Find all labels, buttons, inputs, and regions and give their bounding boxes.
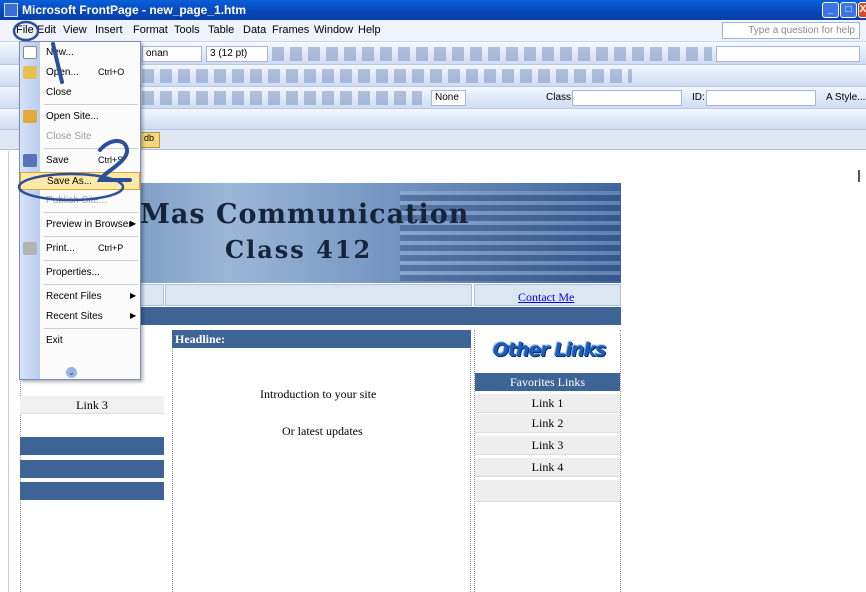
- annotation-circle-save-as: [17, 172, 125, 202]
- annotation-overlay: [12, 20, 132, 202]
- annotation-stroke-1: [51, 42, 64, 84]
- annotation-circle-file: [12, 20, 40, 42]
- annotation-stroke-2: [96, 139, 132, 182]
